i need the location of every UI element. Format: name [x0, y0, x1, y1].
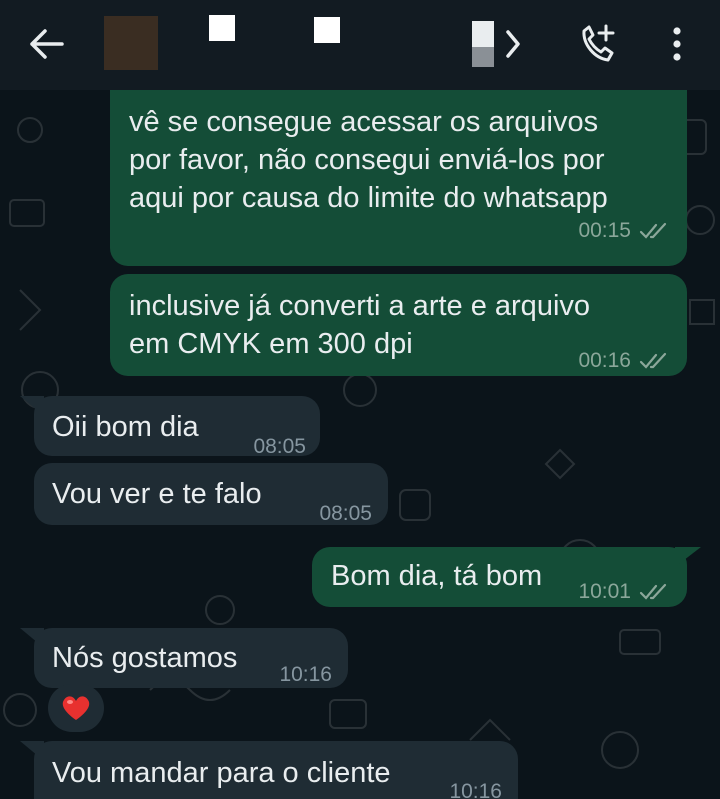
message-meta: 10:16: [279, 656, 332, 694]
message-time: 00:16: [578, 349, 631, 372]
message-reaction[interactable]: [48, 684, 104, 732]
double-check-icon: [639, 583, 667, 600]
message-meta: 08:05: [253, 428, 306, 466]
heart-icon: [62, 696, 90, 720]
bubble-tail: [675, 547, 701, 567]
message-bubble-incoming[interactable]: Vou ver e te falo 08:05: [34, 463, 388, 525]
chat-header: [0, 0, 720, 90]
message-time: 00:15: [578, 219, 631, 242]
bubble-tail: [20, 396, 44, 416]
message-bubble-incoming[interactable]: Nós gostamos 10:16: [34, 628, 348, 688]
chat-area[interactable]: vê se consegue acessar os arquivos por f…: [0, 90, 720, 799]
double-check-icon: [639, 222, 667, 239]
message-meta: 10:16: [449, 773, 502, 799]
double-check-icon: [639, 352, 667, 369]
message-time: 08:05: [253, 435, 306, 458]
message-time: 10:01: [578, 580, 631, 603]
message-text: Nós gostamos: [52, 642, 238, 674]
message-text: Bom dia, tá bom: [331, 560, 543, 592]
bubble-tail: [20, 628, 44, 648]
back-arrow-icon[interactable]: [24, 22, 68, 66]
message-bubble-outgoing[interactable]: vê se consegue acessar os arquivos por f…: [110, 90, 687, 266]
contact-name-redacted[interactable]: [209, 15, 235, 41]
video-call-icon[interactable]: [468, 17, 526, 71]
contact-status-redacted: [314, 17, 340, 43]
message-meta: 00:15: [578, 212, 669, 250]
message-text: Vou mandar para o cliente: [52, 757, 391, 789]
more-options-icon[interactable]: [664, 22, 690, 66]
contact-avatar[interactable]: [104, 16, 158, 70]
message-text: vê se consegue acessar os arquivos por f…: [129, 106, 608, 214]
message-bubble-outgoing[interactable]: Bom dia, tá bom 10:01: [312, 547, 687, 607]
message-bubble-outgoing[interactable]: inclusive já converti a arte e arquivo e…: [110, 274, 687, 376]
message-text: inclusive já converti a arte e arquivo e…: [129, 290, 591, 360]
bubble-tail: [20, 741, 44, 761]
message-text: Oii bom dia: [52, 411, 199, 443]
message-text: Vou ver e te falo: [52, 478, 262, 510]
message-meta: 10:01: [578, 573, 669, 611]
message-bubble-incoming[interactable]: Vou mandar para o cliente 10:16: [34, 741, 518, 799]
message-time: 10:16: [449, 780, 502, 799]
message-time: 08:05: [319, 502, 372, 525]
add-call-icon[interactable]: [578, 22, 618, 66]
message-bubble-incoming[interactable]: Oii bom dia 08:05: [34, 396, 320, 458]
message-meta: 00:16: [578, 342, 669, 380]
message-time: 10:16: [279, 663, 332, 686]
message-meta: 08:05: [319, 495, 372, 533]
